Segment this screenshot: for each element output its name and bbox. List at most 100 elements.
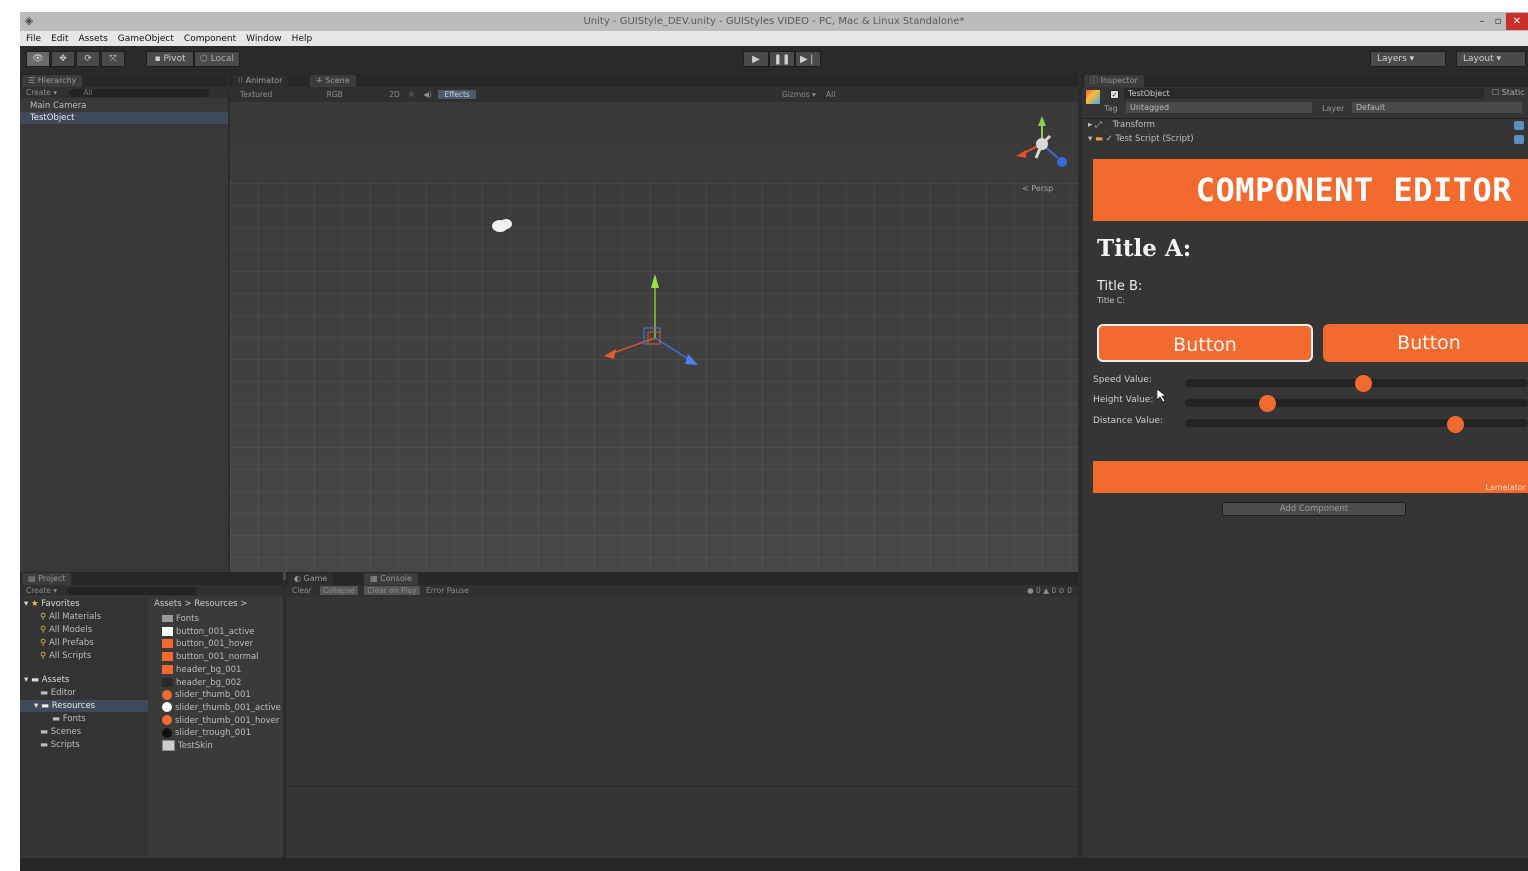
effects-dropdown[interactable]: Effects [438,90,476,99]
light-icon[interactable] [492,219,512,232]
scene-tab[interactable]: ⁜ Scene [310,75,356,87]
favorite-item[interactable]: ⚲ All Prefabs [20,637,148,649]
move-handle[interactable] [604,274,698,365]
animator-tab[interactable]: ⁝⁝ Animator [232,75,289,87]
project-file-item[interactable]: button_001_normal [150,651,283,663]
transform-help-icon[interactable] [1514,121,1524,130]
static-toggle[interactable]: ☐ Static [1492,88,1525,97]
rotate-tool-icon[interactable]: ⟳ [76,51,100,67]
console-clear-button[interactable]: Clear [292,586,312,595]
distance-slider-track[interactable] [1185,419,1528,427]
scene-search-input[interactable]: All [826,87,866,102]
render-mode-dropdown[interactable]: RGB [327,90,343,99]
height-slider-track[interactable] [1185,399,1528,407]
folder-item[interactable]: ▬ Scripts [20,739,148,751]
layer-dropdown[interactable]: Default [1352,102,1522,113]
layout-dropdown[interactable]: Layout ▾ [1456,51,1526,67]
project-file-item[interactable]: button_001_active [150,626,283,638]
project-file-item[interactable]: slider_thumb_001_hover [150,715,283,727]
console-error-pause-button[interactable]: Error Pause [426,586,469,595]
folder-icon: ▬ [40,727,49,737]
local-toggle[interactable]: ⬡ Local [194,51,240,67]
favorites-node[interactable]: ▾ ★ Favorites [20,598,148,610]
minimize-icon[interactable]: – [1474,12,1490,31]
title-bar: ◈ Unity - GUIStyle_DEV.unity - GUIStyles… [20,12,1528,31]
2d-toggle[interactable]: 2D [389,90,400,99]
folder-item[interactable]: ▬ Scenes [20,726,148,738]
pivot-toggle[interactable]: ▪ Pivot [146,51,194,67]
hand-tool-icon[interactable]: 👁 [26,51,50,67]
tag-dropdown[interactable]: Untagged [1126,102,1312,113]
transform-component-header[interactable]: ▸ ⤢ Transform [1088,120,1155,130]
button-1[interactable]: Button [1097,324,1313,362]
layers-dropdown[interactable]: Layers ▾ [1370,51,1446,67]
distance-slider-thumb[interactable] [1447,416,1465,433]
menu-help[interactable]: Help [292,34,313,44]
project-file-item[interactable]: slider_thumb_001 [150,689,283,701]
folder-item-selected[interactable]: ▾ ▬ Resources [20,700,148,712]
project-create-button[interactable]: Create ▾ [26,586,57,595]
step-button[interactable]: ▶❘ [795,51,821,67]
hierarchy-item[interactable]: Main Camera [20,100,228,112]
console-tab[interactable]: ▦ Console [364,573,418,585]
shading-dropdown[interactable]: Textured [240,90,272,99]
menu-file[interactable]: File [26,34,41,44]
lighting-icon[interactable]: ☼ [408,90,415,99]
project-file-item[interactable]: Fonts [150,613,283,625]
gizmos-dropdown[interactable]: Gizmos ▾ [782,87,816,102]
menu-component[interactable]: Component [184,34,236,44]
speed-slider-thumb[interactable] [1354,375,1372,392]
assets-node[interactable]: ▾ ▬ Assets [20,674,148,686]
project-file-name: button_001_normal [176,652,259,663]
project-file-item[interactable]: header_bg_001 [150,664,283,676]
favorite-item[interactable]: ⚲ All Scripts [20,650,148,662]
persp-label[interactable]: < Persp [1022,184,1053,193]
menu-gameobject[interactable]: GameObject [118,34,174,44]
hierarchy-create-button[interactable]: Create ▾ [26,88,57,97]
project-file-item[interactable]: slider_thumb_001_active [150,702,283,714]
pause-button[interactable]: ❚❚ [769,51,795,67]
project-file-item[interactable]: button_001_hover [150,638,283,650]
view-orientation-gizmo[interactable] [1016,116,1067,167]
component-editor-header: COMPONENT EDITOR [1093,159,1528,221]
menu-edit[interactable]: Edit [51,34,68,44]
play-button[interactable]: ▶ [743,51,769,67]
info-icon[interactable]: ● [1027,586,1034,595]
texture-icon [162,639,173,649]
inspector-tab[interactable]: ⓘ Inspector [1084,75,1144,87]
folder-item[interactable]: ▬ Editor [20,687,148,699]
script-help-icon[interactable] [1514,135,1524,144]
folder-item[interactable]: ▬ Fonts [20,713,148,725]
audio-icon[interactable]: ◀) [423,90,432,99]
title-c: Title C: [1097,296,1125,305]
active-checkbox[interactable]: ✓ [1110,90,1119,99]
scale-tool-icon[interactable]: ⤧ [101,51,125,67]
test-script-component-header[interactable]: ▾ ▬ ✓ Test Script (Script) [1088,134,1194,144]
button-2[interactable]: Button [1323,324,1528,362]
menu-assets[interactable]: Assets [79,34,108,44]
add-component-button[interactable]: Add Component [1222,502,1406,516]
project-tab[interactable]: ▤ Project [22,573,72,585]
favorite-item[interactable]: ⚲ All Materials [20,611,148,623]
scene-view[interactable]: < Persp [230,102,1078,580]
favorite-item[interactable]: ⚲ All Models [20,624,148,636]
game-tab[interactable]: ◐ Game [288,573,334,585]
menu-window[interactable]: Window [246,34,282,44]
hierarchy-tab[interactable]: ☰ Hierarchy [22,75,83,87]
close-icon[interactable]: ✕ [1506,13,1528,30]
move-tool-icon[interactable]: ✥ [51,51,75,67]
height-slider-thumb[interactable] [1258,395,1276,412]
object-name-field[interactable]: TestObject [1124,88,1484,99]
project-search-input[interactable] [67,587,198,595]
project-file-item[interactable]: TestSkin [150,740,283,752]
project-file-item[interactable]: slider_trough_001 [150,727,283,739]
console-clear-on-play-button[interactable]: Clear on Play [364,586,420,595]
project-folder-tree: ▾ ★ Favorites ⚲ All Materials ⚲ All Mode… [20,598,148,856]
warning-icon[interactable]: ▲ [1043,586,1049,595]
project-file-item[interactable]: header_bg_002 [150,677,283,689]
error-icon[interactable]: ⊘ [1059,586,1065,595]
maximize-icon[interactable]: ▫ [1490,12,1506,31]
hierarchy-item-selected[interactable]: TestObject [20,112,228,124]
hierarchy-search-input[interactable]: All [69,89,210,97]
console-collapse-button[interactable]: Collapse [320,586,358,595]
